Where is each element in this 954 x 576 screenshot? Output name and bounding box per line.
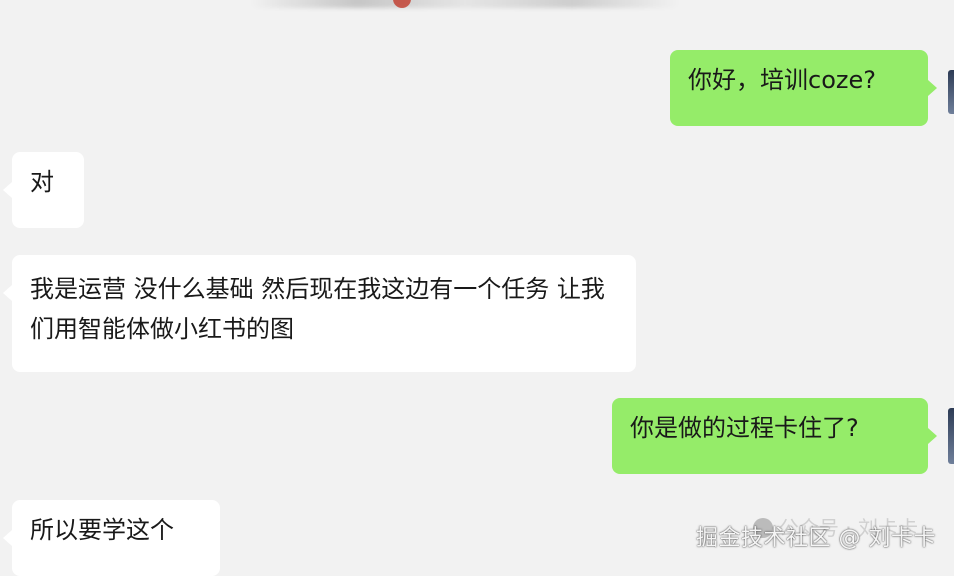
message-text: 你好，培训coze? [688,66,876,94]
message-bubble-outgoing[interactable]: 你好，培训coze? [670,50,928,126]
message-text: 我是运营 没什么基础 然后现在我这边有一个任务 让我们用智能体做小红书的图 [30,275,605,343]
bubble-tail [3,285,12,301]
my-avatar[interactable] [948,70,954,114]
message-text: 你是做的过程卡住了? [630,414,859,442]
watermark: 掘金技术社区 @ 刘卡卡 [696,526,936,551]
message-text: 对 [30,168,54,196]
cropped-top-header [250,0,680,8]
message-bubble-incoming[interactable]: 所以要学这个 [12,500,220,576]
bubble-tail [3,530,12,546]
my-avatar[interactable] [948,408,954,464]
bubble-tail [928,80,937,96]
bubble-tail [3,182,12,198]
message-bubble-incoming[interactable]: 我是运营 没什么基础 然后现在我这边有一个任务 让我们用智能体做小红书的图 [12,255,636,372]
bubble-tail [928,428,937,444]
message-bubble-incoming[interactable]: 对 [12,152,84,228]
message-bubble-outgoing[interactable]: 你是做的过程卡住了? [612,398,928,474]
message-text: 所以要学这个 [30,516,174,544]
